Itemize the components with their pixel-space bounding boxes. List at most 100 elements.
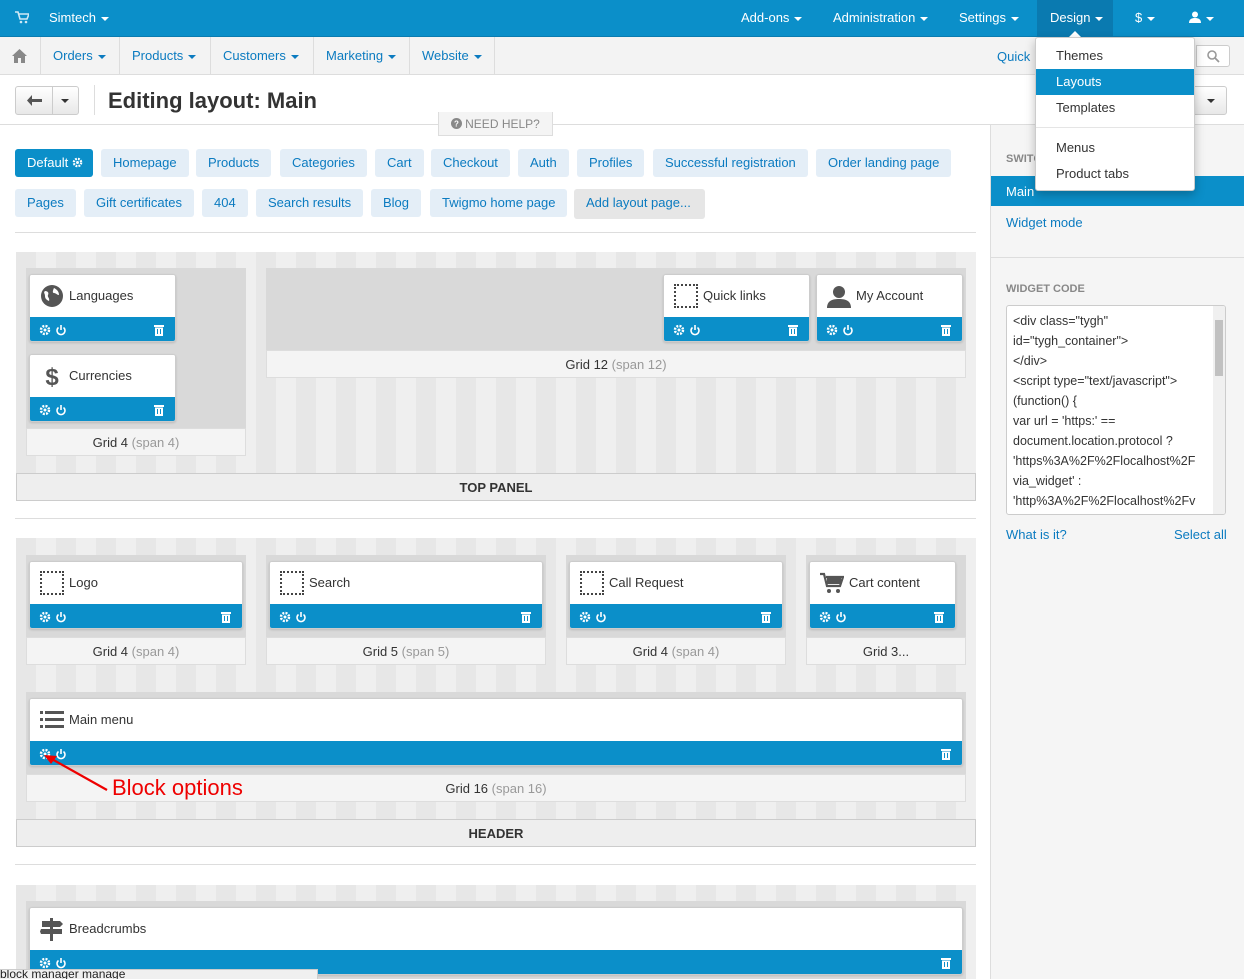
trash-icon[interactable] [221, 611, 231, 623]
gear-icon[interactable] [279, 611, 291, 623]
power-icon[interactable] [295, 611, 307, 623]
trash-icon[interactable] [154, 404, 164, 416]
block-title: Cart content [849, 575, 920, 590]
menu-item-product-tabs[interactable]: Product tabs [1036, 161, 1194, 187]
block-my-account[interactable]: My Account [816, 274, 963, 342]
gear-icon[interactable] [673, 324, 685, 336]
trash-icon[interactable] [934, 611, 944, 623]
tab-order-landing-page[interactable]: Order landing page [816, 149, 952, 177]
power-icon[interactable] [835, 611, 847, 623]
gear-icon[interactable] [819, 611, 831, 623]
trash-icon[interactable] [154, 324, 164, 336]
trash-icon[interactable] [761, 611, 771, 623]
back-dropdown-button[interactable] [52, 86, 79, 115]
nav-user[interactable] [1189, 10, 1214, 25]
power-icon[interactable] [842, 324, 854, 336]
block-breadcrumbs[interactable]: Breadcrumbs [29, 907, 963, 975]
nav-settings[interactable]: Settings [959, 10, 1019, 25]
block-cart-content[interactable]: Cart content [809, 561, 956, 629]
tab-pages[interactable]: Pages [15, 189, 76, 217]
svg-text:?: ? [454, 120, 459, 129]
gear-icon[interactable] [579, 611, 591, 623]
trash-icon[interactable] [788, 324, 798, 336]
menu-products[interactable]: Products [119, 37, 208, 75]
cart-icon[interactable] [15, 11, 29, 24]
select-all-link[interactable]: Select all [1174, 527, 1227, 542]
tab-twigmo-home-page[interactable]: Twigmo home page [430, 189, 568, 217]
power-icon[interactable] [55, 611, 67, 623]
tab-default[interactable]: Default [15, 149, 93, 177]
nav-design[interactable]: Design [1050, 10, 1104, 25]
tab-products[interactable]: Products [196, 149, 272, 177]
block-main-menu[interactable]: Main menu [29, 698, 963, 766]
block-logo[interactable]: Logo [29, 561, 243, 629]
top-bar: Simtech Add-ons Administration Settings … [0, 0, 1244, 37]
gear-icon [72, 157, 83, 168]
power-icon[interactable] [595, 611, 607, 623]
gear-icon[interactable] [39, 611, 51, 623]
menu-marketing[interactable]: Marketing [313, 37, 408, 75]
block-currencies[interactable]: $ Currencies [29, 354, 176, 422]
trash-icon[interactable] [941, 324, 951, 336]
gear-icon[interactable] [826, 324, 838, 336]
trash-icon[interactable] [941, 957, 951, 969]
nav-administration-label: Administration [833, 10, 916, 25]
gear-icon[interactable] [39, 324, 51, 336]
gear-icon[interactable] [39, 957, 51, 969]
menu-item-templates[interactable]: Templates [1036, 95, 1194, 121]
quick-menu-link[interactable]: Quick [997, 49, 1030, 64]
globe-icon [41, 285, 63, 307]
grid3-header-label: Grid 3... [806, 637, 966, 665]
nav-administration[interactable]: Administration [833, 10, 929, 25]
tab-checkout[interactable]: Checkout [431, 149, 510, 177]
menu-item-layouts[interactable]: Layouts [1036, 69, 1194, 95]
power-icon[interactable] [55, 324, 67, 336]
power-icon[interactable] [55, 957, 67, 969]
menu-customers[interactable]: Customers [210, 37, 311, 75]
tab-auth[interactable]: Auth [518, 149, 569, 177]
nav-addons[interactable]: Add-ons [741, 10, 803, 25]
block-call-request[interactable]: Call Request [569, 561, 783, 629]
scrollbar[interactable] [1213, 306, 1225, 514]
brand-menu[interactable]: Simtech [49, 10, 109, 25]
tab-successful-registration[interactable]: Successful registration [653, 149, 808, 177]
tab-categories[interactable]: Categories [280, 149, 367, 177]
divider [15, 864, 976, 865]
tab-gift-certificates[interactable]: Gift certificates [84, 189, 194, 217]
add-layout-page-button[interactable]: Add layout page... [574, 189, 705, 219]
divider [15, 232, 976, 233]
tab-404[interactable]: 404 [202, 189, 248, 217]
scrollbar-thumb[interactable] [1215, 320, 1223, 376]
grid-name: Grid 16 [445, 781, 489, 796]
menu-item-menus[interactable]: Menus [1036, 135, 1194, 161]
gear-icon[interactable] [39, 404, 51, 416]
generic-block-icon [580, 571, 604, 595]
search-button[interactable] [1196, 45, 1230, 67]
need-help-button[interactable]: ? NEED HELP? [438, 112, 553, 136]
settings-dropdown-button[interactable] [1190, 86, 1227, 115]
home-button[interactable] [0, 37, 40, 75]
menu-website[interactable]: Website [409, 37, 495, 75]
block-languages[interactable]: Languages [29, 274, 176, 342]
trash-icon[interactable] [521, 611, 531, 623]
trash-icon[interactable] [941, 748, 951, 760]
widget-code-textarea[interactable]: <div class="tygh" id="tygh_container"> <… [1006, 305, 1226, 515]
tab-search-results[interactable]: Search results [256, 189, 364, 217]
tab-homepage[interactable]: Homepage [101, 149, 189, 177]
block-quick-links[interactable]: Quick links [663, 274, 810, 342]
block-title: Search [309, 575, 351, 590]
grid-name: Grid 4 [632, 644, 669, 659]
power-icon[interactable] [55, 404, 67, 416]
nav-currency[interactable]: $ [1135, 10, 1156, 25]
block-search[interactable]: Search [269, 561, 543, 629]
menu-customers-label: Customers [223, 48, 286, 63]
tab-blog[interactable]: Blog [371, 189, 422, 217]
sidebar-item-widget-mode[interactable]: Widget mode [1006, 215, 1083, 230]
power-icon[interactable] [689, 324, 701, 336]
what-is-it-link[interactable]: What is it? [1006, 527, 1067, 542]
menu-item-themes[interactable]: Themes [1036, 43, 1194, 69]
tab-profiles[interactable]: Profiles [577, 149, 645, 177]
menu-orders[interactable]: Orders [40, 37, 118, 75]
back-button[interactable] [15, 86, 53, 115]
tab-cart[interactable]: Cart [375, 149, 424, 177]
